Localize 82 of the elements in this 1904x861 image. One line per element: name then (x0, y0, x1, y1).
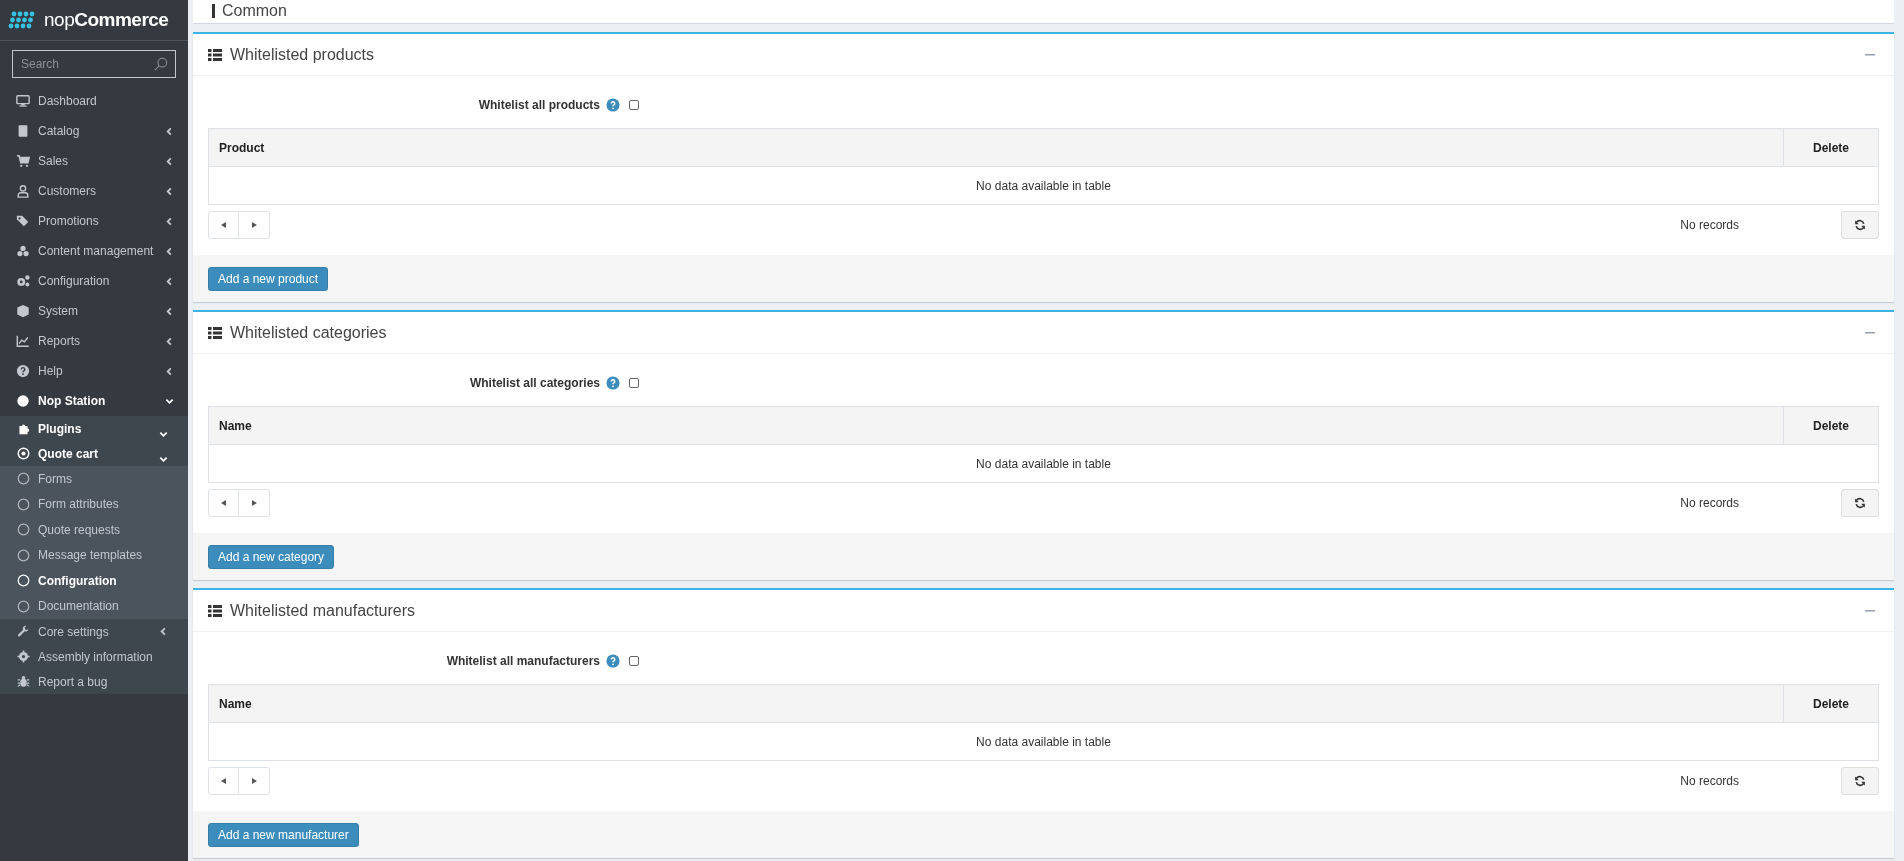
menu-item[interactable]: Forms (38, 469, 72, 488)
line-chart-icon (16, 334, 30, 348)
user-icon (16, 184, 30, 198)
card-title: Common (222, 1, 287, 21)
menu-item[interactable]: Nop Station (38, 392, 157, 410)
list-icon (208, 326, 222, 339)
add-button[interactable]: Add a new category (208, 544, 335, 569)
search-icon (154, 57, 168, 71)
table-empty-message: No data available in table (975, 733, 1112, 751)
field-label: Whitelist all categories (468, 375, 600, 392)
cart-icon (16, 154, 30, 168)
checkbox[interactable] (629, 656, 639, 666)
column-header[interactable]: Name (209, 685, 1783, 722)
circle-icon (17, 497, 30, 511)
dot-circle-icon (17, 447, 30, 460)
menu-item[interactable]: Dashboard (38, 92, 174, 110)
bug-icon (17, 675, 30, 688)
circle-icon (17, 599, 30, 613)
tags-icon (16, 214, 30, 228)
gears-icon (16, 274, 30, 288)
add-button[interactable]: Add a new manufacturer (208, 822, 359, 847)
monitor-icon (16, 94, 30, 108)
column-header[interactable]: Delete (1783, 407, 1878, 444)
refresh-button[interactable] (1841, 489, 1879, 517)
pager-status: No records (1680, 773, 1739, 790)
table-empty-message: No data available in table (975, 455, 1112, 473)
triangle-left-icon (221, 500, 226, 506)
circle-icon (17, 523, 30, 537)
refresh-icon (1854, 219, 1866, 231)
logo-text: nopCommerce (44, 7, 169, 32)
help-icon (16, 364, 30, 378)
wrench-icon (17, 625, 30, 638)
column-header[interactable]: Delete (1783, 685, 1878, 722)
circle-icon (17, 548, 30, 562)
menu-item[interactable]: Sales (38, 152, 157, 170)
help-icon[interactable] (606, 376, 620, 390)
column-header[interactable]: Name (209, 407, 1783, 444)
table-empty-message: No data available in table (975, 177, 1112, 195)
checkbox[interactable] (629, 378, 639, 388)
help-icon[interactable] (606, 98, 620, 112)
card-title: Whitelisted products (230, 44, 376, 65)
puzzle-icon (17, 422, 30, 435)
refresh-icon (1854, 775, 1866, 787)
list-icon (208, 48, 222, 61)
minus-icon (1865, 53, 1875, 56)
card-title: Whitelisted manufacturers (230, 600, 416, 621)
pager-status: No records (1680, 495, 1739, 512)
circle-icon (17, 472, 30, 486)
minus-icon (1865, 609, 1875, 612)
add-button[interactable]: Add a new product (208, 266, 329, 291)
triangle-right-icon (251, 222, 257, 228)
list-icon (208, 604, 222, 617)
menu-item[interactable]: Customers (38, 182, 157, 200)
minus-icon (1865, 331, 1875, 334)
gear-icon (17, 650, 30, 663)
cube-icon (16, 304, 30, 318)
refresh-button[interactable] (1841, 767, 1879, 795)
menu-item[interactable]: Help (38, 362, 157, 380)
triangle-right-icon (251, 778, 257, 784)
refresh-button[interactable] (1841, 211, 1879, 239)
menu-item[interactable]: Content management (38, 242, 157, 260)
field-label: Whitelist all manufacturers (445, 653, 600, 670)
triangle-left-icon (221, 778, 226, 784)
menu-item[interactable]: Configuration (38, 272, 157, 290)
circle-icon (17, 574, 30, 588)
column-header[interactable]: Delete (1783, 129, 1878, 166)
book-icon (16, 124, 30, 138)
cubes-icon (16, 244, 30, 258)
triangle-right-icon (251, 500, 257, 506)
checkbox[interactable] (629, 100, 639, 110)
menu-item[interactable]: Catalog (38, 122, 157, 140)
help-icon[interactable] (606, 654, 620, 668)
menu-item[interactable]: Promotions (38, 212, 157, 230)
search-field[interactable]: Search (12, 50, 176, 78)
menu-item[interactable]: Reports (38, 332, 157, 350)
column-header[interactable]: Product (209, 129, 1783, 166)
field-label: Whitelist all products (477, 97, 600, 114)
menu-item[interactable]: System (38, 302, 157, 320)
card-title: Whitelisted categories (230, 322, 388, 343)
triangle-left-icon (221, 222, 226, 228)
pager-status: No records (1680, 217, 1739, 234)
refresh-icon (1854, 497, 1866, 509)
